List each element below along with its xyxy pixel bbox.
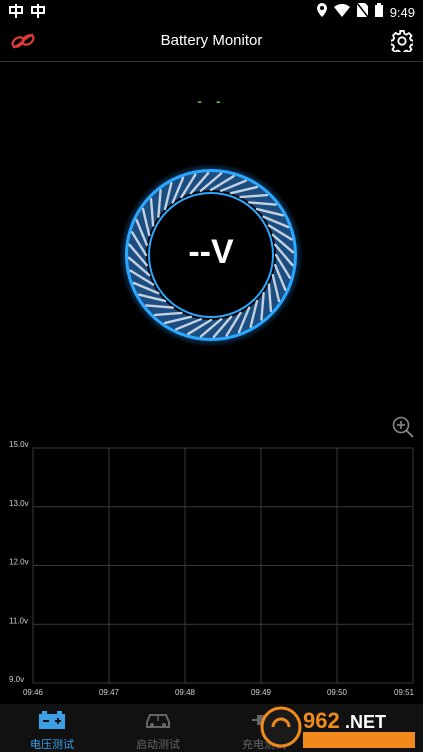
watermark-logo: 962 .NET: [260, 706, 415, 748]
x-tick-label: 09:48: [175, 688, 196, 697]
voltage-gauge: --V: [118, 162, 304, 348]
x-tick-label: 09:49: [251, 688, 272, 697]
page-title: Battery Monitor: [160, 32, 263, 49]
y-tick-label: 13.0v: [9, 499, 29, 508]
tab-label: 启动测试: [136, 739, 180, 751]
tab-voltage-test[interactable]: 电压测试: [0, 704, 104, 752]
status-bar: 9:49: [0, 0, 423, 24]
y-tick-label: 11.0v: [9, 616, 28, 625]
notification-icon: [30, 3, 46, 24]
tab-label: 电压测试: [30, 739, 74, 751]
svg-text:962: 962: [303, 708, 340, 733]
no-sim-icon: [356, 2, 369, 22]
status-time: 9:49: [389, 5, 415, 20]
notification-icon: [8, 3, 24, 24]
y-tick-label: 12.0v: [9, 558, 29, 567]
battery-icon: [38, 710, 66, 735]
y-tick-label: 15.0v: [9, 440, 29, 449]
voltage-chart: 15.0v 13.0v 12.0v 11.0v 9.0v 09:46 09:47 09:48 0…: [9, 440, 415, 697]
svg-text:.NET: .NET: [345, 712, 386, 732]
gear-icon[interactable]: [389, 30, 415, 57]
y-tick-label: 9.0v: [9, 675, 24, 684]
x-tick-label: 09:46: [23, 688, 44, 697]
car-icon: [144, 710, 172, 735]
wifi-icon: [333, 3, 350, 22]
app-bar: Battery Monitor: [0, 24, 423, 62]
voltage-readout: --V: [188, 233, 234, 271]
battery-status-icon: [374, 3, 383, 22]
x-tick-label: 09:51: [394, 688, 415, 697]
location-icon: [316, 3, 327, 22]
x-tick-label: 09:50: [327, 688, 348, 697]
x-tick-label: 09:47: [99, 688, 120, 697]
connection-status: - -: [197, 93, 226, 109]
tab-crank-test[interactable]: 启动测试: [106, 704, 210, 752]
